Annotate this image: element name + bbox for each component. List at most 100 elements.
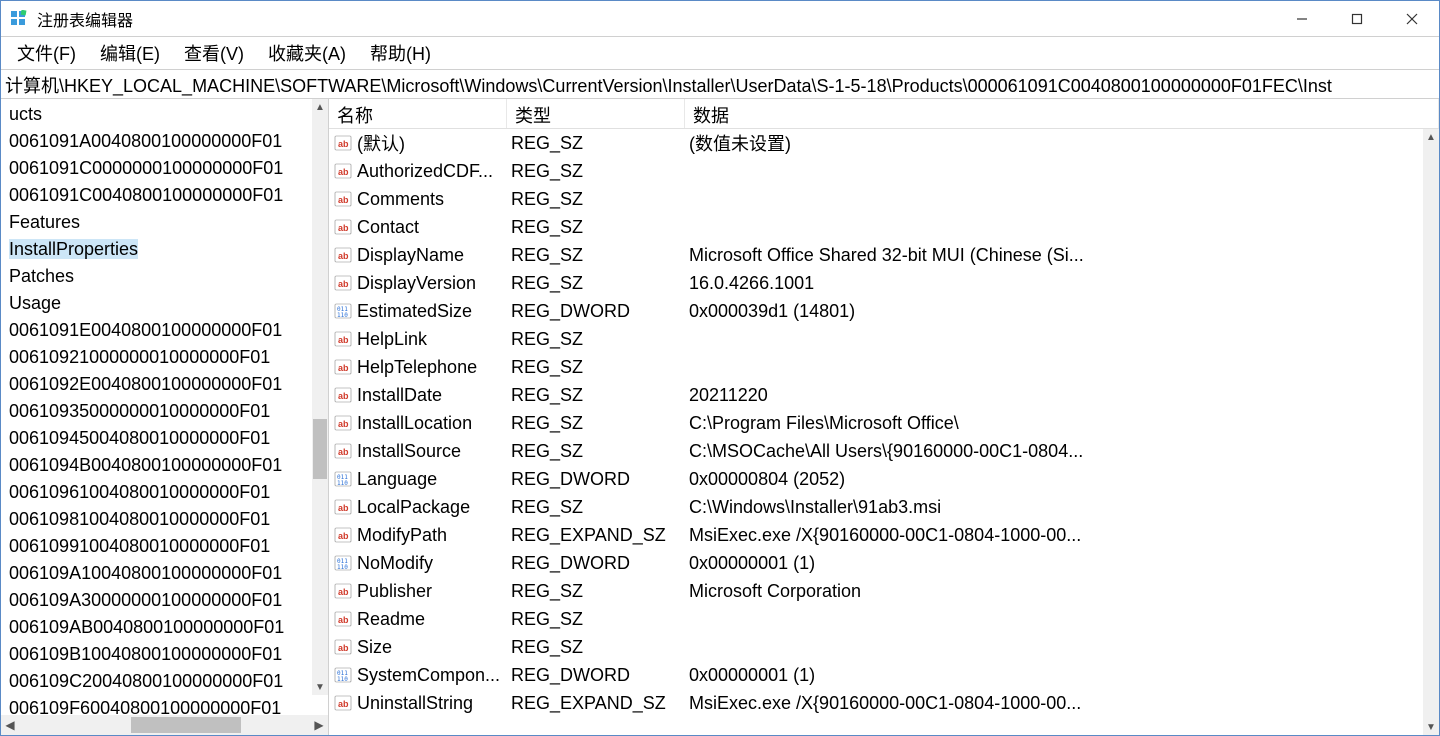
value-name: HelpLink [357, 329, 427, 350]
tree-item-label: InstallProperties [9, 239, 138, 259]
menu-help[interactable]: 帮助(H) [364, 38, 437, 68]
cell-name: ab(默认) [329, 130, 507, 156]
tree-item[interactable]: 00610921000000010000000F01 [1, 344, 312, 371]
list-row[interactable]: abContactREG_SZ [329, 213, 1423, 241]
list-row[interactable]: abReadmeREG_SZ [329, 605, 1423, 633]
value-name: InstallSource [357, 441, 461, 462]
scroll-down-icon[interactable]: ▼ [1423, 719, 1439, 735]
list-row[interactable]: abCommentsREG_SZ [329, 185, 1423, 213]
list-row[interactable]: 011110EstimatedSizeREG_DWORD0x000039d1 (… [329, 297, 1423, 325]
tree-item[interactable]: Usage [1, 290, 312, 317]
tree-item[interactable]: 00610961004080010000000F01 [1, 479, 312, 506]
string-value-icon: ab [333, 582, 353, 600]
svg-text:110: 110 [337, 312, 348, 319]
menu-view[interactable]: 查看(V) [178, 38, 250, 68]
list-row[interactable]: abInstallDateREG_SZ20211220 [329, 381, 1423, 409]
tree-item[interactable]: 006109AB0040800100000000F01 [1, 614, 312, 641]
svg-text:ab: ab [338, 503, 349, 513]
tree-item-label: 006109AB0040800100000000F01 [9, 617, 284, 637]
list-row[interactable]: 011110LanguageREG_DWORD0x00000804 (2052) [329, 465, 1423, 493]
minimize-button[interactable] [1274, 1, 1329, 36]
cell-type: REG_SZ [507, 609, 685, 630]
column-header-name[interactable]: 名称 [329, 99, 507, 128]
tree-body[interactable]: ucts0061091A0040800100000000F010061091C0… [1, 99, 328, 715]
cell-name: abInstallSource [329, 441, 507, 462]
value-name: Comments [357, 189, 444, 210]
titlebar: 注册表编辑器 [1, 1, 1439, 37]
tree-item[interactable]: 00610935000000010000000F01 [1, 398, 312, 425]
tree-item[interactable]: 0061091C0000000100000000F01 [1, 155, 312, 182]
tree-item[interactable]: 00610945004080010000000F01 [1, 425, 312, 452]
list-header: 名称 类型 数据 [329, 99, 1439, 129]
list-body[interactable]: ab(默认)REG_SZ(数值未设置)abAuthorizedCDF...REG… [329, 129, 1439, 735]
binary-value-icon: 011110 [333, 470, 353, 488]
svg-text:ab: ab [338, 167, 349, 177]
svg-text:ab: ab [338, 615, 349, 625]
tree-item[interactable]: 006109F60040800100000000F01 [1, 695, 312, 715]
tree-item[interactable]: 0061092E0040800100000000F01 [1, 371, 312, 398]
cell-name: abDisplayName [329, 245, 507, 266]
tree-item[interactable]: 006109A10040800100000000F01 [1, 560, 312, 587]
tree-item[interactable]: 0061091C0040800100000000F01 [1, 182, 312, 209]
list-row[interactable]: abSizeREG_SZ [329, 633, 1423, 661]
tree-horizontal-scrollbar[interactable]: ◀ ▶ [1, 715, 328, 735]
list-vertical-scrollbar[interactable]: ▲ ▼ [1423, 129, 1439, 735]
tree-item[interactable]: Patches [1, 263, 312, 290]
tree-item[interactable]: 0061091A0040800100000000F01 [1, 128, 312, 155]
scroll-up-icon[interactable]: ▲ [312, 99, 328, 115]
column-header-type[interactable]: 类型 [507, 99, 685, 128]
tree-item[interactable]: ucts [1, 101, 312, 128]
list-row[interactable]: abInstallLocationREG_SZC:\Program Files\… [329, 409, 1423, 437]
list-row[interactable]: abModifyPathREG_EXPAND_SZMsiExec.exe /X{… [329, 521, 1423, 549]
tree-item[interactable]: 0061094B0040800100000000F01 [1, 452, 312, 479]
scroll-down-icon[interactable]: ▼ [312, 679, 328, 695]
list-row[interactable]: 011110NoModifyREG_DWORD0x00000001 (1) [329, 549, 1423, 577]
value-name: DisplayVersion [357, 273, 476, 294]
tree-item[interactable]: 006109A30000000100000000F01 [1, 587, 312, 614]
list-row[interactable]: abLocalPackageREG_SZC:\Windows\Installer… [329, 493, 1423, 521]
scroll-right-icon[interactable]: ▶ [310, 715, 328, 735]
list-row[interactable]: abUninstallStringREG_EXPAND_SZMsiExec.ex… [329, 689, 1423, 717]
list-row[interactable]: abDisplayVersionREG_SZ16.0.4266.1001 [329, 269, 1423, 297]
list-row[interactable]: abHelpLinkREG_SZ [329, 325, 1423, 353]
list-row[interactable]: abInstallSourceREG_SZC:\MSOCache\All Use… [329, 437, 1423, 465]
content-area: ucts0061091A0040800100000000F010061091C0… [1, 99, 1439, 735]
list-row[interactable]: abAuthorizedCDF...REG_SZ [329, 157, 1423, 185]
list-row[interactable]: ab(默认)REG_SZ(数值未设置) [329, 129, 1423, 157]
tree-item[interactable]: 0061091E0040800100000000F01 [1, 317, 312, 344]
tree-item[interactable]: InstallProperties [1, 236, 312, 263]
menu-edit[interactable]: 编辑(E) [94, 38, 166, 68]
cell-type: REG_SZ [507, 273, 685, 294]
scrollbar-thumb[interactable] [313, 419, 327, 479]
string-value-icon: ab [333, 386, 353, 404]
value-name: Size [357, 637, 392, 658]
tree-item[interactable]: 006109C20040800100000000F01 [1, 668, 312, 695]
cell-type: REG_SZ [507, 497, 685, 518]
tree-item[interactable]: 006109B10040800100000000F01 [1, 641, 312, 668]
scroll-up-icon[interactable]: ▲ [1423, 129, 1439, 145]
value-name: InstallDate [357, 385, 442, 406]
maximize-button[interactable] [1329, 1, 1384, 36]
menu-favorites[interactable]: 收藏夹(A) [262, 38, 352, 68]
cell-type: REG_SZ [507, 581, 685, 602]
list-row[interactable]: abDisplayNameREG_SZMicrosoft Office Shar… [329, 241, 1423, 269]
string-value-icon: ab [333, 442, 353, 460]
list-row[interactable]: abPublisherREG_SZMicrosoft Corporation [329, 577, 1423, 605]
tree-vertical-scrollbar[interactable]: ▲ ▼ [312, 99, 328, 695]
list-row[interactable]: abHelpTelephoneREG_SZ [329, 353, 1423, 381]
cell-name: abDisplayVersion [329, 273, 507, 294]
address-text: 计算机\HKEY_LOCAL_MACHINE\SOFTWARE\Microsof… [5, 76, 1332, 96]
address-bar[interactable]: 计算机\HKEY_LOCAL_MACHINE\SOFTWARE\Microsof… [1, 69, 1439, 99]
scrollbar-thumb[interactable] [131, 717, 241, 733]
tree-item[interactable]: 00610991004080010000000F01 [1, 533, 312, 560]
tree-item[interactable]: Features [1, 209, 312, 236]
list-row[interactable]: 011110SystemCompon...REG_DWORD0x00000001… [329, 661, 1423, 689]
close-button[interactable] [1384, 1, 1439, 36]
tree-item[interactable]: 00610981004080010000000F01 [1, 506, 312, 533]
cell-data: 0x00000804 (2052) [685, 469, 1423, 490]
scroll-left-icon[interactable]: ◀ [1, 715, 19, 735]
cell-name: 011110Language [329, 469, 507, 490]
menu-file[interactable]: 文件(F) [11, 38, 82, 68]
column-header-data[interactable]: 数据 [685, 99, 1439, 128]
cell-data: C:\MSOCache\All Users\{90160000-00C1-080… [685, 441, 1423, 462]
